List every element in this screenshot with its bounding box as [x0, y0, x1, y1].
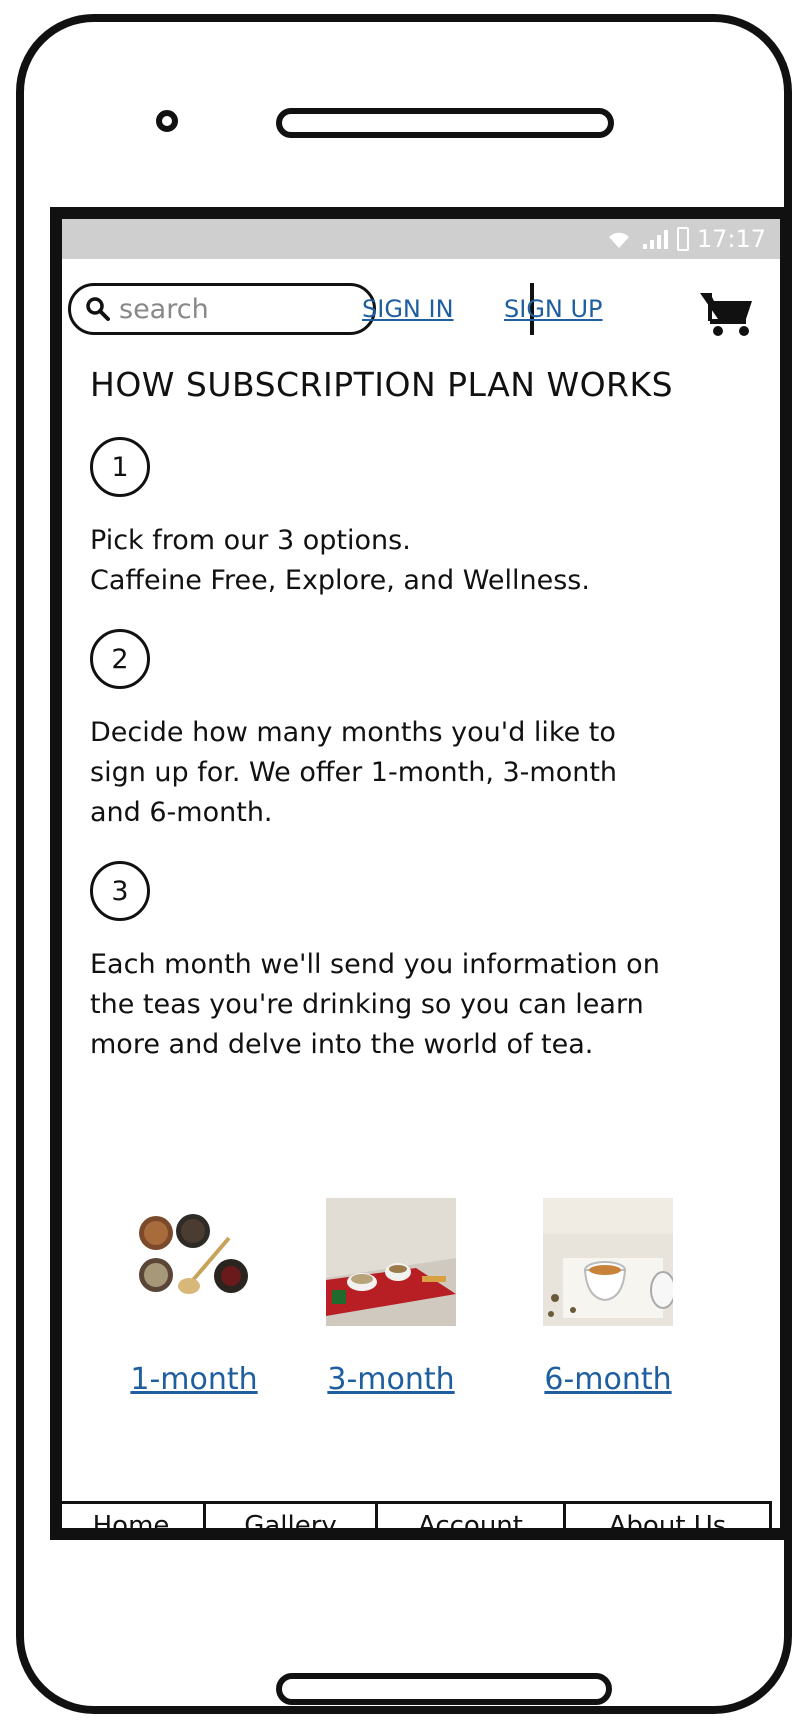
- step-description: Decide how many months you'd like to sig…: [90, 713, 740, 833]
- speaker-grille: [276, 108, 614, 138]
- camera-icon: [156, 110, 178, 132]
- step-line: more and delve into the world of tea.: [90, 1029, 594, 1060]
- battery-icon: [676, 227, 689, 251]
- step-line: Each month we'll send you information on: [90, 949, 660, 980]
- plan-link-6-month[interactable]: 6-month: [544, 1362, 671, 1397]
- step-description: Pick from our 3 options. Caffeine Free, …: [90, 521, 740, 601]
- bottom-nav: Home Gallery Account About Us: [62, 1501, 772, 1528]
- step-line: the teas you're drinking so you can lear…: [90, 989, 644, 1020]
- sign-up-link[interactable]: SIGN UP: [504, 295, 603, 323]
- step-number: 2: [90, 629, 150, 689]
- plan-1-month[interactable]: 1-month: [109, 1198, 279, 1397]
- wifi-icon: [608, 232, 629, 248]
- screen: 17:17 SIGN IN SIGN UP HOW SUBSCRIPTION P…: [50, 207, 792, 1540]
- cart-icon[interactable]: [698, 289, 756, 337]
- step-line: Pick from our 3 options.: [90, 525, 411, 556]
- search-icon: [86, 297, 110, 321]
- nav-gallery[interactable]: Gallery: [206, 1504, 378, 1528]
- page-title: HOW SUBSCRIPTION PLAN WORKS: [90, 365, 674, 404]
- step-number: 3: [90, 861, 150, 921]
- tea-sampler-image[interactable]: [129, 1198, 259, 1326]
- step-description: Each month we'll send you information on…: [90, 945, 740, 1065]
- step-line: Caffeine Free, Explore, and Wellness.: [90, 565, 590, 596]
- search-box[interactable]: [68, 283, 376, 335]
- step-number: 1: [90, 437, 150, 497]
- plan-link-3-month[interactable]: 3-month: [327, 1362, 454, 1397]
- step-line: and 6-month.: [90, 797, 273, 828]
- teacup-image[interactable]: [543, 1198, 673, 1326]
- signal-icon: [642, 230, 668, 249]
- nav-about-us[interactable]: About Us: [566, 1504, 769, 1528]
- status-time: 17:17: [696, 225, 766, 253]
- status-bar: 17:17: [62, 219, 780, 259]
- tea-tray-image[interactable]: [326, 1198, 456, 1326]
- step-line: Decide how many months you'd like to: [90, 717, 616, 748]
- search-input[interactable]: [119, 293, 339, 325]
- nav-account[interactable]: Account: [378, 1504, 566, 1528]
- step-line: sign up for. We offer 1-month, 3-month: [90, 757, 618, 788]
- sign-in-link[interactable]: SIGN IN: [362, 295, 454, 323]
- nav-home[interactable]: Home: [62, 1504, 206, 1528]
- plan-3-month[interactable]: 3-month: [306, 1198, 476, 1397]
- plan-link-1-month[interactable]: 1-month: [130, 1362, 257, 1397]
- plan-6-month[interactable]: 6-month: [523, 1198, 693, 1397]
- home-button[interactable]: [276, 1673, 612, 1705]
